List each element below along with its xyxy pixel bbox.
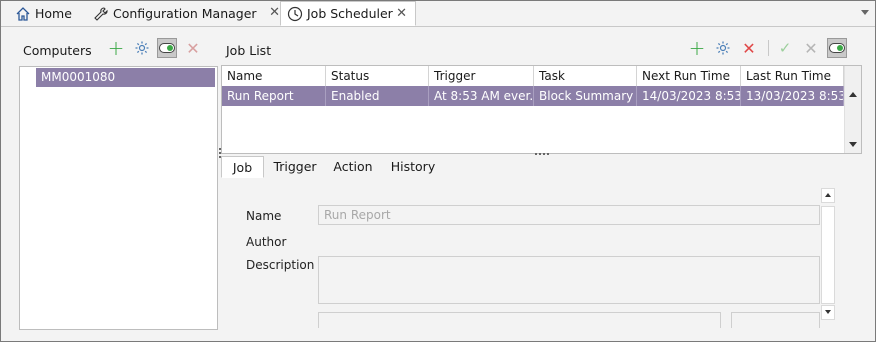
toggle-icon [829,43,845,53]
column-header-name[interactable]: Name [222,66,326,86]
wrench-icon [93,6,109,22]
scroll-up-icon[interactable] [849,92,857,97]
tab-job-scheduler[interactable]: Job Scheduler ✕ [280,1,416,26]
cell-trigger: At 8:53 AM ever... [429,86,534,106]
discard-button[interactable]: ✕ [801,38,821,58]
grid-scrollbar[interactable] [844,66,861,153]
form-scrollbar[interactable] [821,188,835,320]
close-tab-icon[interactable]: ✕ [269,5,280,20]
column-header-last-run-time[interactable]: Last Run Time [741,66,844,86]
document-tab-bar: Home Configuration Manager ✕ Job Schedul… [1,1,875,27]
check-icon: ✓ [778,39,792,57]
name-field[interactable]: Run Report [318,205,820,225]
scroll-track[interactable] [821,206,835,304]
tab-overflow-dropdown-icon[interactable] [861,10,869,15]
tab-history[interactable]: History [388,156,438,178]
add-job-button[interactable]: + [687,38,707,58]
description-label: Description [246,258,315,272]
computer-item[interactable]: MM0001080 [36,68,215,87]
computer-settings-button[interactable] [132,38,152,58]
detail-tab-strip: Job Trigger Action History [221,156,860,179]
scroll-up-icon[interactable] [821,188,835,203]
computer-enable-toggle[interactable] [157,38,177,58]
job-settings-button[interactable] [713,38,733,58]
description-field[interactable] [318,256,820,304]
clock-icon [287,6,303,22]
job-details-form: Name Run Report Author Description [221,178,860,328]
author-label: Author [246,235,287,249]
column-header-trigger[interactable]: Trigger [429,66,534,86]
extra-field-secondary[interactable] [731,312,820,328]
cell-task: Block Summary [534,86,637,106]
cell-name: Run Report [222,86,326,106]
column-header-status[interactable]: Status [326,66,429,86]
tab-action[interactable]: Action [329,156,377,178]
close-icon: ✕ [186,38,200,58]
add-computer-button[interactable]: + [106,38,126,58]
toolbar-separator [768,40,769,56]
tab-job-scheduler-label: Job Scheduler [307,6,393,21]
table-row[interactable]: Run Report Enabled At 8:53 AM ever... Bl… [222,86,844,106]
computers-title: Computers [23,43,92,58]
job-list-grid: Name Status Trigger Task Next Run Time L… [221,65,862,154]
app-window: Home Configuration Manager ✕ Job Schedul… [0,0,876,342]
extra-field[interactable] [318,312,721,328]
close-tab-icon[interactable]: ✕ [396,6,407,21]
computers-tree[interactable]: MM0001080 [19,66,218,330]
scroll-down-icon[interactable] [849,142,857,147]
tab-home[interactable]: Home [15,1,85,26]
grid-header: Name Status Trigger Task Next Run Time L… [222,66,844,87]
delete-computer-button[interactable]: ✕ [183,38,203,58]
tab-configuration-manager[interactable]: Configuration Manager ✕ [93,1,280,26]
close-icon: ✕ [742,38,756,58]
plus-icon: + [688,36,706,60]
job-scheduler-view: Computers + ✕ MM0001080 Job List + ✕ ✓ ✕… [2,27,874,341]
tab-home-label: Home [35,6,72,21]
cell-last-run-time: 13/03/2023 8:53:... [741,86,844,106]
plus-icon: + [107,36,125,60]
toggle-icon [159,43,175,53]
gear-icon [135,41,149,55]
apply-button[interactable]: ✓ [775,38,795,58]
job-list-title: Job List [226,43,272,58]
job-enable-toggle[interactable] [827,38,847,58]
tab-job[interactable]: Job [221,156,264,178]
tab-trigger[interactable]: Trigger [270,156,320,178]
gear-icon [716,41,730,55]
close-icon: ✕ [804,38,818,58]
scroll-down-icon[interactable] [821,305,835,320]
delete-job-button[interactable]: ✕ [739,38,759,58]
name-label: Name [246,209,282,223]
column-header-task[interactable]: Task [534,66,637,86]
tab-configuration-manager-label: Configuration Manager [113,6,257,21]
column-header-next-run-time[interactable]: Next Run Time [637,66,741,86]
home-icon [15,6,31,22]
cell-status: Enabled [326,86,429,106]
cell-next-run-time: 14/03/2023 8:53:... [637,86,741,106]
